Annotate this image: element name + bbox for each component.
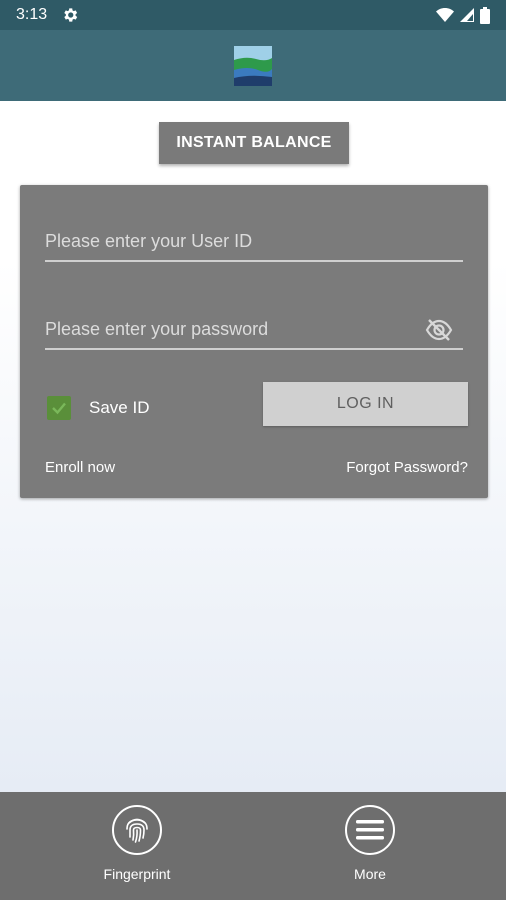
login-button[interactable]: LOG IN [263,382,468,426]
fingerprint-button[interactable] [112,805,162,855]
status-time: 3:13 [16,6,48,23]
save-id-label: Save ID [89,398,150,417]
fingerprint-icon [126,818,148,843]
user-id-field-container [45,222,463,262]
save-id-row[interactable]: Save ID [47,394,149,422]
password-field-container [45,310,463,350]
cellular-signal-icon [460,8,474,22]
bottom-navigation: Fingerprint More [0,792,506,900]
enroll-now-link[interactable]: Enroll now [45,459,115,476]
login-card: Save ID LOG IN Enroll now Forgot Passwor… [20,185,488,498]
forgot-password-link[interactable]: Forgot Password? [346,459,468,476]
instant-balance-button[interactable]: INSTANT BALANCE [159,122,349,164]
nav-item-more[interactable]: More [310,805,430,882]
save-id-checkbox[interactable] [47,396,71,420]
battery-icon [480,6,490,24]
nav-label-more: More [354,866,386,882]
settings-gear-icon [64,8,78,22]
eye-off-icon[interactable] [425,318,453,342]
wifi-icon [436,8,454,22]
status-bar: 3:13 [0,0,506,30]
more-button[interactable] [345,805,395,855]
hamburger-menu-icon [356,820,384,840]
app-header [0,30,506,101]
bank-landscape-logo-icon [234,45,272,86]
password-input[interactable] [45,310,463,348]
checkmark-icon [52,402,66,415]
user-id-input[interactable] [45,222,463,260]
status-icons [436,6,490,24]
nav-label-fingerprint: Fingerprint [103,866,171,882]
nav-item-fingerprint[interactable]: Fingerprint [77,805,197,882]
